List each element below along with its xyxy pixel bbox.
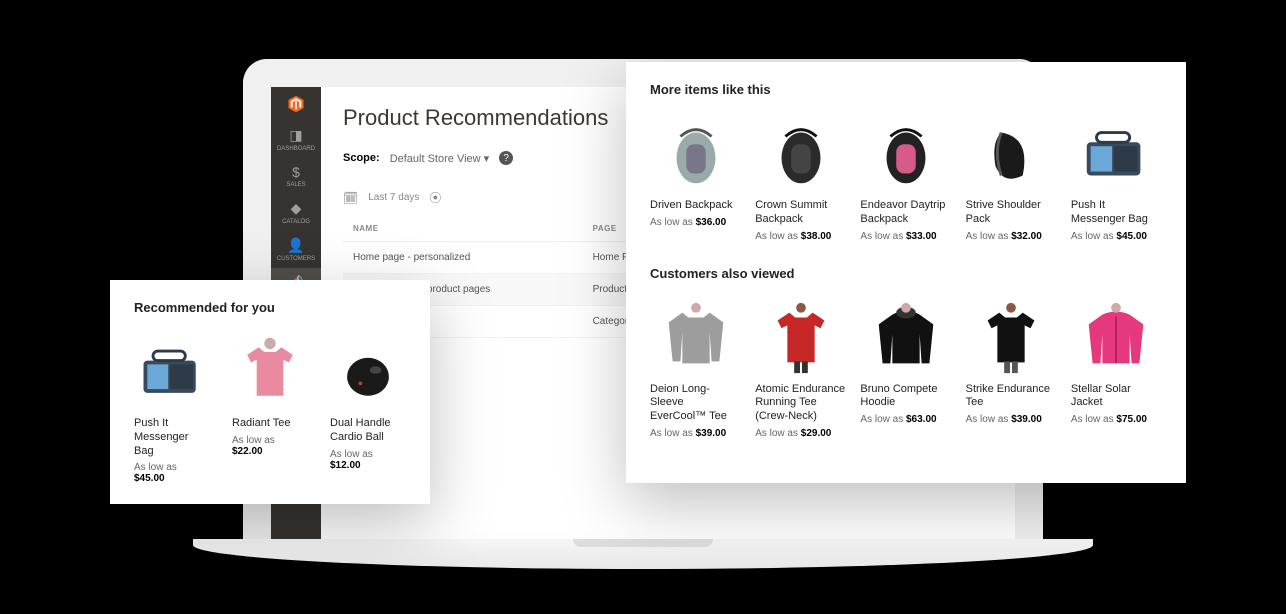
product-name: Atomic Endurance Running Tee (Crew-Neck) (755, 383, 846, 424)
product-name: Crown Summit Backpack (755, 199, 846, 227)
product-card[interactable]: Push It Messenger Bag As low as $45.00 (1071, 115, 1162, 242)
product-name: Deion Long-Sleeve EverCool™ Tee (650, 383, 741, 424)
product-image (755, 299, 846, 377)
product-card[interactable]: Atomic Endurance Running Tee (Crew-Neck)… (755, 299, 846, 439)
product-card[interactable]: Endeavor Daytrip Backpack As low as $33.0… (860, 115, 951, 242)
product-price: As low as $39.00 (966, 414, 1057, 425)
product-card[interactable]: Push It Messenger Bag As low as $45.00 (134, 333, 210, 484)
product-card[interactable]: Crown Summit Backpack As low as $38.00 (755, 115, 846, 242)
product-name: Radiant Tee (232, 417, 308, 431)
product-image (134, 333, 210, 411)
sidebar-item-dashboard[interactable]: ◨DASHBOARD (271, 121, 321, 158)
product-image (860, 115, 951, 193)
help-icon[interactable]: ? (499, 151, 513, 165)
product-name: Push It Messenger Bag (134, 417, 210, 458)
product-image (650, 299, 741, 377)
product-card[interactable]: Deion Long-Sleeve EverCool™ Tee As low as… (650, 299, 741, 439)
more-items-card: More items like this Driven Backpack As l… (626, 62, 1186, 483)
product-name: Push It Messenger Bag (1071, 199, 1162, 227)
product-card[interactable]: Driven Backpack As low as $36.00 (650, 115, 741, 242)
$-icon: $ (273, 164, 319, 180)
product-image (755, 115, 846, 193)
product-image (330, 333, 406, 411)
product-price: As low as $38.00 (755, 231, 846, 242)
product-card[interactable]: Strive Shoulder Pack As low as $32.00 (966, 115, 1057, 242)
product-price: As low as $32.00 (966, 231, 1057, 242)
product-card[interactable]: Bruno Compete Hoodie As low as $63.00 (860, 299, 951, 439)
product-price: As low as $33.00 (860, 231, 951, 242)
magento-logo (271, 87, 321, 121)
product-image (966, 115, 1057, 193)
product-card[interactable]: Stellar Solar Jacket As low as $75.00 (1071, 299, 1162, 439)
product-price: As low as $63.00 (860, 414, 951, 425)
product-image (1071, 299, 1162, 377)
product-name: Dual Handle Cardio Ball (330, 417, 406, 445)
product-price: As low as $75.00 (1071, 414, 1162, 425)
card-title: More items like this (650, 82, 1162, 97)
product-price: As low as $45.00 (134, 462, 210, 484)
card-title: Recommended for you (134, 300, 406, 315)
product-name: Strive Shoulder Pack (966, 199, 1057, 227)
person-icon: 👤 (273, 237, 319, 254)
product-image (650, 115, 741, 193)
product-image (232, 333, 308, 411)
col-name[interactable]: NAME (343, 216, 583, 242)
recommended-for-you-card: Recommended for you Push It Messenger Ba… (110, 280, 430, 504)
product-card[interactable]: Radiant Tee As low as $22.00 (232, 333, 308, 484)
tag-icon: ◆ (273, 200, 319, 217)
cell-name: Home page - personalized (343, 242, 583, 274)
product-name: Driven Backpack (650, 199, 741, 213)
calendar-icon[interactable]: 🗓 (343, 191, 358, 205)
product-price: As low as $45.00 (1071, 231, 1162, 242)
product-price: As low as $39.00 (650, 428, 741, 439)
product-name: Stellar Solar Jacket (1071, 383, 1162, 411)
sidebar-item-catalog[interactable]: ◆CATALOG (271, 194, 321, 231)
date-range[interactable]: Last 7 days (368, 192, 419, 203)
product-image (966, 299, 1057, 377)
filter-icon[interactable]: ⦿ (429, 189, 441, 206)
product-name: Strike Endurance Tee (966, 383, 1057, 411)
dash-icon: ◨ (273, 127, 319, 144)
product-price: As low as $29.00 (755, 428, 846, 439)
product-name: Bruno Compete Hoodie (860, 383, 951, 411)
product-price: As low as $12.00 (330, 449, 406, 471)
product-name: Endeavor Daytrip Backpack (860, 199, 951, 227)
product-price: As low as $22.00 (232, 435, 308, 457)
laptop-base (193, 539, 1093, 569)
product-price: As low as $36.00 (650, 217, 741, 228)
scope-label: Scope: (343, 152, 380, 164)
product-card[interactable]: Dual Handle Cardio Ball As low as $12.00 (330, 333, 406, 484)
product-card[interactable]: Strike Endurance Tee As low as $39.00 (966, 299, 1057, 439)
product-image (860, 299, 951, 377)
product-image (1071, 115, 1162, 193)
scope-select[interactable]: Default Store View ▾ (390, 152, 489, 165)
card-title-2: Customers also viewed (650, 266, 1162, 281)
sidebar-item-customers[interactable]: 👤CUSTOMERS (271, 231, 321, 268)
sidebar-item-sales[interactable]: $SALES (271, 158, 321, 194)
